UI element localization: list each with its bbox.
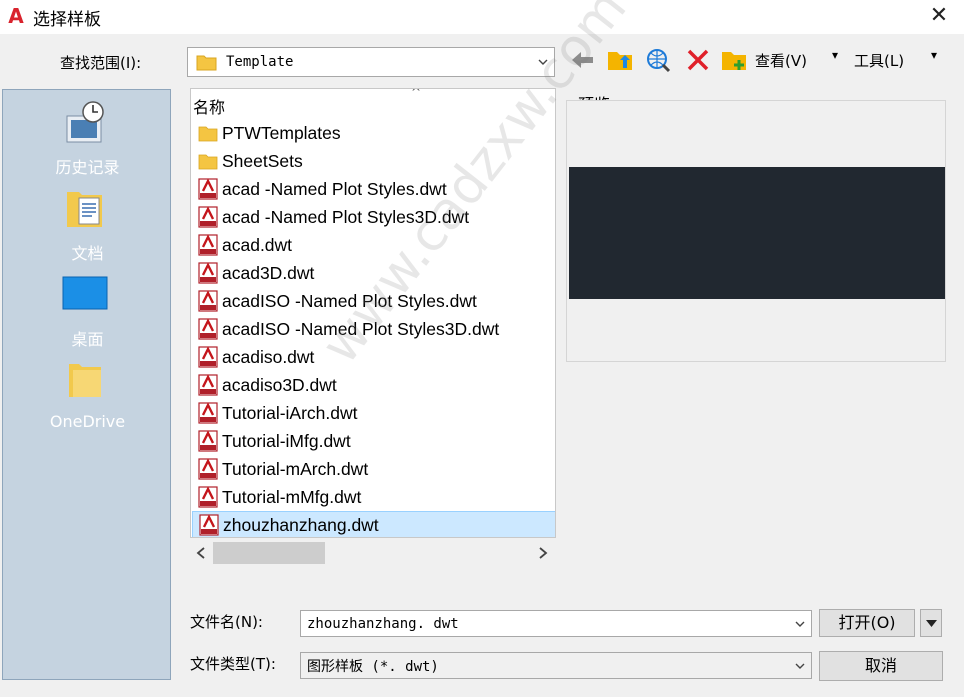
- scroll-left-icon[interactable]: [196, 547, 206, 559]
- file-row[interactable]: acadiso3D.dwt: [192, 371, 555, 399]
- file-row[interactable]: acad3D.dwt: [192, 259, 555, 287]
- file-row[interactable]: acadISO -Named Plot Styles3D.dwt: [192, 315, 555, 343]
- folder-row[interactable]: PTWTemplates: [192, 119, 555, 147]
- file-name: acad -Named Plot Styles3D.dwt: [222, 206, 470, 227]
- lookin-dropdown[interactable]: Template: [187, 47, 555, 77]
- filename-input[interactable]: zhouzhanzhang. dwt: [300, 610, 812, 637]
- lookin-label: 查找范围(I):: [60, 54, 142, 72]
- file-name: Tutorial-iMfg.dwt: [222, 430, 351, 451]
- dwt-file-icon: [198, 346, 218, 368]
- cancel-button[interactable]: 取消: [819, 651, 943, 681]
- dwt-file-icon: [198, 262, 218, 284]
- dwt-file-icon: [198, 486, 218, 508]
- dwt-file-icon: [198, 458, 218, 480]
- file-name: Tutorial-iArch.dwt: [222, 402, 358, 423]
- place-label: OneDrive: [49, 412, 126, 431]
- back-icon[interactable]: [568, 46, 596, 74]
- dwt-file-icon: [198, 206, 218, 228]
- preview-image: [569, 167, 945, 299]
- chevron-down-icon: [795, 663, 805, 669]
- file-row[interactable]: Tutorial-mArch.dwt: [192, 455, 555, 483]
- chevron-down-icon[interactable]: [795, 619, 805, 629]
- file-row[interactable]: acad -Named Plot Styles.dwt: [192, 175, 555, 203]
- folder-icon: [198, 126, 218, 142]
- file-row[interactable]: acad -Named Plot Styles3D.dwt: [192, 203, 555, 231]
- filetype-label: 文件类型(T):: [190, 655, 276, 673]
- sort-ascending-icon: ^: [411, 88, 422, 99]
- file-name: acadISO -Named Plot Styles3D.dwt: [222, 318, 500, 339]
- file-name: PTWTemplates: [222, 122, 341, 143]
- onedrive-folder-icon: [69, 364, 101, 397]
- file-list[interactable]: ^ 名称 PTWTemplates SheetSets acad -Named Pl…: [190, 88, 556, 538]
- window-title: 选择样板: [33, 10, 101, 30]
- horizontal-scrollbar[interactable]: [190, 538, 556, 566]
- file-name: Tutorial-mMfg.dwt: [222, 486, 362, 507]
- search-web-icon[interactable]: [644, 46, 672, 74]
- up-folder-icon[interactable]: [606, 46, 634, 74]
- lookin-value: Template: [226, 54, 294, 70]
- title-bar: A 选择样板 ✕: [0, 0, 964, 34]
- dwt-file-icon: [198, 318, 218, 340]
- file-row[interactable]: Tutorial-mMfg.dwt: [192, 483, 555, 511]
- autocad-logo-icon: A: [8, 4, 24, 28]
- places-bar: 历史记录 文档 桌面 OneDrive: [2, 89, 171, 680]
- dwt-file-icon: [198, 430, 218, 452]
- tools-menu[interactable]: 工具(L): [854, 50, 904, 71]
- filename-label: 文件名(N):: [190, 613, 263, 631]
- tools-dropdown-arrow-icon[interactable]: ▾: [931, 48, 937, 62]
- scroll-right-icon[interactable]: [538, 547, 548, 559]
- dwt-file-icon: [198, 234, 218, 256]
- file-row[interactable]: Tutorial-iArch.dwt: [192, 399, 555, 427]
- file-row[interactable]: Tutorial-iMfg.dwt: [192, 427, 555, 455]
- name-column-header[interactable]: 名称: [193, 94, 225, 118]
- dwt-file-icon: [198, 290, 218, 312]
- scroll-thumb[interactable]: [213, 542, 325, 564]
- history-icon: [66, 101, 104, 143]
- file-row[interactable]: acadiso.dwt: [192, 343, 555, 371]
- file-name: acadiso.dwt: [222, 346, 315, 367]
- view-menu[interactable]: 查看(V): [755, 50, 807, 71]
- file-name: acad.dwt: [222, 234, 293, 255]
- place-label: 历史记录: [55, 158, 120, 177]
- close-button[interactable]: ✕: [924, 2, 954, 30]
- dwt-file-icon: [199, 514, 219, 536]
- file-row[interactable]: acadISO -Named Plot Styles.dwt: [192, 287, 555, 315]
- file-name: acad3D.dwt: [222, 262, 315, 283]
- folder-row[interactable]: SheetSets: [192, 147, 555, 175]
- dwt-file-icon: [198, 402, 218, 424]
- desktop-icon: [62, 276, 108, 310]
- place-history[interactable]: 历史记录: [3, 98, 172, 184]
- place-onedrive[interactable]: OneDrive: [3, 356, 172, 442]
- delete-icon[interactable]: [684, 46, 712, 74]
- folder-icon: [198, 154, 218, 170]
- folder-icon: [196, 55, 217, 71]
- documents-icon: [67, 192, 102, 227]
- preview-pane: [566, 100, 946, 362]
- view-dropdown-arrow-icon[interactable]: ▾: [832, 48, 838, 62]
- place-documents[interactable]: 文档: [3, 184, 172, 270]
- filename-value: zhouzhanzhang. dwt: [307, 615, 459, 632]
- place-label: 桌面: [71, 330, 104, 349]
- filetype-value: 图形样板 (*. dwt): [307, 658, 439, 675]
- dwt-file-icon: [198, 178, 218, 200]
- chevron-down-icon: [538, 59, 548, 65]
- file-name: acadISO -Named Plot Styles.dwt: [222, 290, 477, 311]
- file-row[interactable]: acad.dwt: [192, 231, 555, 259]
- file-name: SheetSets: [222, 150, 303, 171]
- dwt-file-icon: [198, 374, 218, 396]
- file-name: acadiso3D.dwt: [222, 374, 337, 395]
- open-button[interactable]: 打开(O): [819, 609, 915, 637]
- filetype-dropdown[interactable]: 图形样板 (*. dwt): [300, 652, 812, 679]
- file-name: acad -Named Plot Styles.dwt: [222, 178, 447, 199]
- caret-down-icon: [926, 620, 937, 627]
- file-name: Tutorial-mArch.dwt: [222, 458, 369, 479]
- place-label: 文档: [71, 244, 104, 263]
- new-folder-icon[interactable]: [720, 46, 748, 74]
- file-name: zhouzhanzhang.dwt: [223, 514, 379, 535]
- file-row[interactable]: zhouzhanzhang.dwt: [192, 511, 555, 537]
- open-options-button[interactable]: [920, 609, 942, 637]
- place-desktop[interactable]: 桌面: [3, 270, 172, 356]
